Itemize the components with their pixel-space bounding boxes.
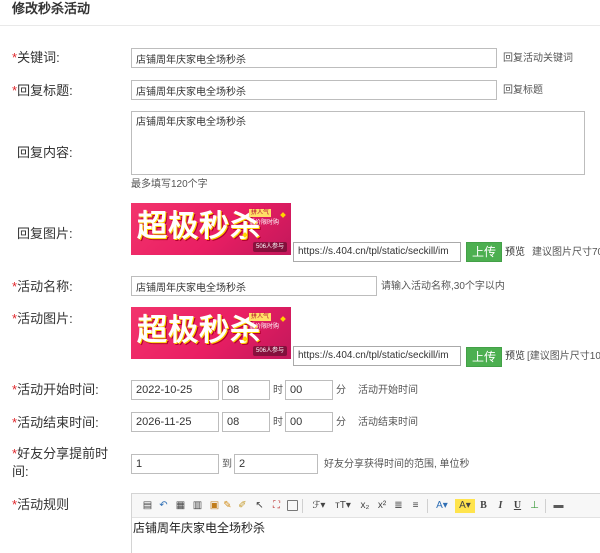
keyword-input[interactable]: [131, 48, 497, 68]
end-minute-input[interactable]: [285, 412, 333, 432]
sparkle-icon: [280, 316, 286, 322]
activity-name-label: *活动名称:: [12, 279, 73, 295]
activity-image-label-text: 活动图片:: [17, 311, 73, 326]
end-hour-unit: 时: [273, 417, 283, 428]
paste-text-icon[interactable]: ▥: [191, 499, 204, 513]
banner-tag: 拼人气: [249, 313, 272, 321]
paste-icon[interactable]: ▦: [174, 499, 187, 513]
activity-image-label: *活动图片:: [12, 311, 73, 327]
reply-content-label: 回复内容:: [17, 145, 73, 160]
toolbar-separator: [302, 499, 303, 513]
end-time-hint: 活动结束时间: [358, 417, 418, 428]
reply-image-hint: 建议图片尺寸70: [532, 247, 600, 258]
start-hour-input[interactable]: [222, 380, 270, 400]
highlight-color-dropdown[interactable]: A▾: [455, 499, 475, 513]
activity-image-url-input[interactable]: https://s.404.cn/tpl/static/seckill/im: [293, 346, 461, 366]
start-time-hint: 活动开始时间: [358, 385, 418, 396]
share-from-input[interactable]: [131, 454, 219, 474]
activity-image-preview-link[interactable]: 预览: [505, 350, 525, 363]
activity-name-label-text: 活动名称:: [17, 279, 73, 294]
subscript-button[interactable]: x₂: [357, 499, 373, 513]
rules-label-text: 活动规则: [17, 497, 70, 512]
reply-title-label: *回复标题:: [12, 83, 73, 99]
select-all-icon[interactable]: [286, 499, 299, 513]
end-time-label: *活动结束时间:: [12, 415, 99, 431]
banner-subtitle: 低价限时购: [249, 220, 280, 226]
start-minute-unit: 分: [336, 385, 346, 396]
format-brush-icon[interactable]: ✎: [221, 499, 234, 513]
activity-name-input[interactable]: [131, 276, 377, 296]
banner-count: 506人参与: [252, 346, 287, 356]
font-family-dropdown[interactable]: ℱ▾: [308, 499, 330, 513]
reply-title-hint: 回复标题: [503, 85, 543, 96]
reply-title-input[interactable]: [131, 80, 497, 100]
keyword-hint: 回复活动关键词: [503, 53, 573, 64]
sparkle-icon: [280, 212, 286, 218]
insert-image-icon[interactable]: ▬: [552, 499, 565, 513]
bold-button[interactable]: B: [477, 499, 490, 513]
horizontal-rule-icon[interactable]: ⊥: [528, 499, 541, 513]
font-color-dropdown[interactable]: A▾: [432, 499, 452, 513]
font-size-dropdown[interactable]: ᴛT▾: [331, 499, 355, 513]
start-time-label-text: 活动开始时间:: [17, 382, 99, 397]
rules-rich-text-editor[interactable]: ▤ ↶ ▦ ▥ ▣ ✎ ✐ ↖ ⛶ ℱ▾ ᴛT▾ x₂ x² ≣ ≡ A▾ A▾…: [131, 493, 600, 553]
share-advance-label: *好友分享提前时: [12, 446, 108, 462]
fullscreen-icon[interactable]: ⛶: [270, 499, 283, 513]
undo-icon[interactable]: ↶: [157, 499, 170, 513]
start-time-label: *活动开始时间:: [12, 382, 99, 398]
activity-image-upload-button[interactable]: 上传: [466, 347, 502, 367]
indent-icon[interactable]: ≣: [392, 499, 405, 513]
banner-title: 超极秒杀: [137, 313, 261, 348]
activity-image-preview: 超极秒杀 拼人气 低价限时购 506人参与: [131, 307, 291, 359]
share-advance-label-line1: 好友分享提前时: [17, 446, 109, 461]
reply-image-upload-button[interactable]: 上传: [466, 242, 502, 262]
banner-tag: 拼人气: [249, 209, 272, 217]
outdent-icon[interactable]: ≡: [409, 499, 422, 513]
share-to-input[interactable]: [234, 454, 318, 474]
editor-toolbar: ▤ ↶ ▦ ▥ ▣ ✎ ✐ ↖ ⛶ ℱ▾ ᴛT▾ x₂ x² ≣ ≡ A▾ A▾…: [132, 494, 600, 518]
keyword-label-text: 关键词:: [17, 50, 60, 65]
start-hour-unit: 时: [273, 385, 283, 396]
banner-title: 超极秒杀: [137, 209, 261, 244]
banner-count: 506人参与: [252, 242, 287, 252]
share-advance-label-line2: 间:: [12, 464, 29, 479]
activity-name-hint: 请输入活动名称,30个字以内: [381, 281, 505, 292]
share-advance-hint: 好友分享获得时间的范围, 单位秒: [324, 459, 470, 470]
share-to-label: 到: [222, 459, 232, 470]
reply-title-label-text: 回复标题:: [17, 83, 73, 98]
superscript-button[interactable]: x²: [374, 499, 390, 513]
reply-image-label: 回复图片:: [17, 226, 73, 241]
reply-image-preview: 超极秒杀 拼人气 低价限时购 506人参与: [131, 203, 291, 255]
editor-content[interactable]: 店铺周年庆家电全场秒杀: [132, 518, 600, 553]
end-date-input[interactable]: [131, 412, 219, 432]
activity-image-hint: [建议图片尺寸10: [527, 351, 600, 362]
reply-image-preview-link[interactable]: 预览: [505, 246, 525, 259]
start-date-input[interactable]: [131, 380, 219, 400]
keyword-label: *关键词:: [12, 50, 60, 66]
start-minute-input[interactable]: [285, 380, 333, 400]
select-icon[interactable]: ↖: [253, 499, 266, 513]
toolbar-separator: [427, 499, 428, 513]
reply-content-textarea[interactable]: 店铺周年庆家电全场秒杀: [131, 111, 585, 175]
rules-label: *活动规则: [12, 497, 69, 513]
paste-word-icon[interactable]: ▣: [208, 499, 221, 513]
clear-format-icon[interactable]: ✐: [236, 499, 249, 513]
banner-subtitle: 低价限时购: [249, 324, 280, 330]
page-title: 修改秒杀活动: [12, 1, 91, 16]
end-hour-input[interactable]: [222, 412, 270, 432]
underline-button[interactable]: U: [511, 499, 524, 513]
end-time-label-text: 活动结束时间:: [17, 415, 99, 430]
italic-button[interactable]: I: [494, 499, 507, 513]
page-header: 修改秒杀活动: [0, 0, 600, 26]
reply-image-url-input[interactable]: https://s.404.cn/tpl/static/seckill/im: [293, 242, 461, 262]
end-minute-unit: 分: [336, 417, 346, 428]
reply-content-hint: 最多填写120个字: [131, 179, 208, 190]
toolbar-separator: [545, 499, 546, 513]
source-code-icon[interactable]: ▤: [141, 499, 154, 513]
